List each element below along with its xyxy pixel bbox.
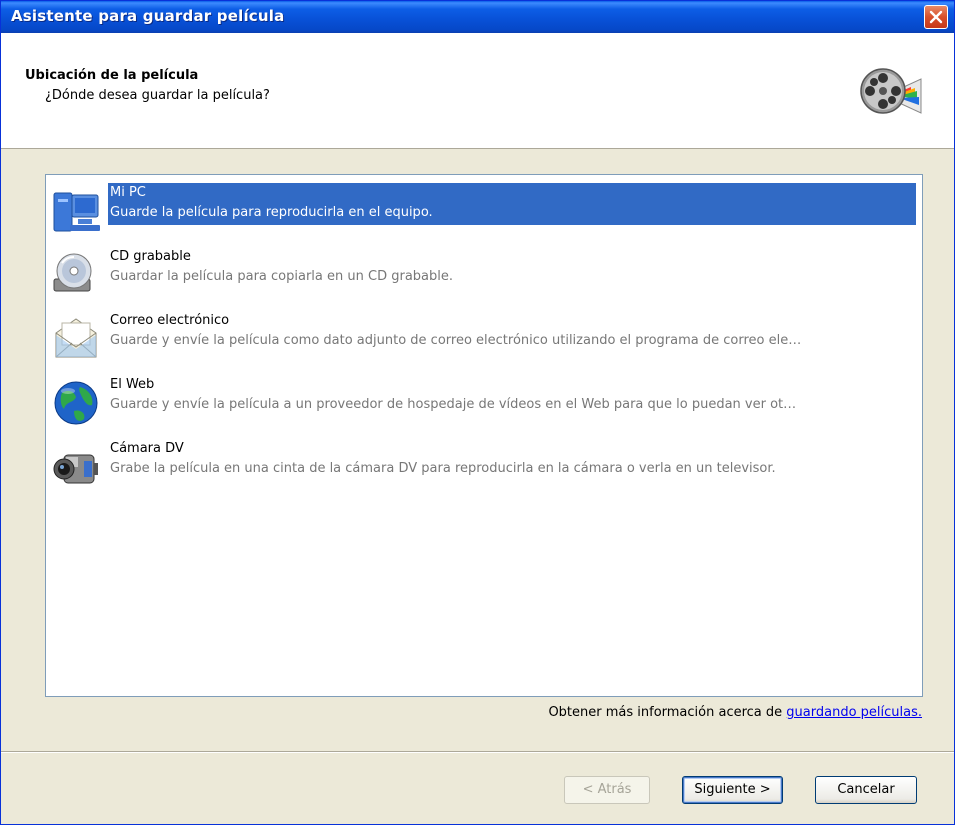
globe-icon (54, 381, 98, 425)
email-envelope-icon (55, 318, 97, 358)
item-description: Guarde y envíe la película a un proveedo… (110, 397, 797, 412)
close-button[interactable] (924, 5, 948, 29)
wizard-header: Ubicación de la película ¿Dónde desea gu… (1, 33, 954, 149)
item-name: Mi PC (110, 185, 146, 200)
next-button[interactable]: Siguiente > (682, 776, 783, 804)
computer-icon (53, 192, 100, 232)
more-info-text: Obtener más información acerca de guarda… (548, 705, 922, 720)
item-name: CD grabable (110, 249, 191, 264)
title-bar[interactable]: Asistente para guardar película (1, 1, 954, 33)
location-list[interactable]: Mi PC Guarde la película para reproducir… (45, 174, 923, 697)
save-movie-wizard-window: Asistente para guardar película Ubicació… (0, 0, 955, 825)
saving-movies-link[interactable]: guardando películas. (786, 705, 922, 720)
camcorder-icon (53, 454, 98, 484)
list-item-camara-dv[interactable]: Cámara DV Grabe la película en una cinta… (48, 439, 918, 485)
back-button[interactable]: < Atrás (564, 776, 650, 804)
list-item-el-web[interactable]: El Web Guarde y envíe la película a un p… (48, 375, 918, 425)
item-description: Guarde la película para reproducirla en … (110, 205, 433, 220)
list-item-correo-electronico[interactable]: Correo electrónico Guarde y envíe la pel… (48, 311, 918, 358)
cd-drive-icon (53, 253, 92, 292)
footer-divider (1, 751, 954, 753)
list-item-cd-grabable[interactable]: CD grabable Guardar la película para cop… (48, 247, 918, 293)
window-title: Asistente para guardar película (11, 7, 285, 25)
list-item-mi-pc[interactable]: Mi PC Guarde la película para reproducir… (48, 183, 918, 232)
item-description: Guarde y envíe la película como dato adj… (110, 333, 802, 348)
item-name: El Web (110, 377, 155, 392)
movie-film-reel-icon (860, 68, 922, 114)
more-info-prefix: Obtener más información acerca de (548, 705, 787, 720)
close-icon (929, 10, 943, 24)
page-title: Ubicación de la película (25, 68, 199, 83)
page-subtitle: ¿Dónde desea guardar la película? (45, 88, 270, 103)
item-name: Cámara DV (110, 441, 184, 456)
cancel-button[interactable]: Cancelar (815, 776, 917, 804)
item-name: Correo electrónico (110, 313, 230, 328)
item-description: Guardar la película para copiarla en un … (110, 269, 453, 284)
item-description: Grabe la película en una cinta de la cám… (110, 461, 776, 476)
